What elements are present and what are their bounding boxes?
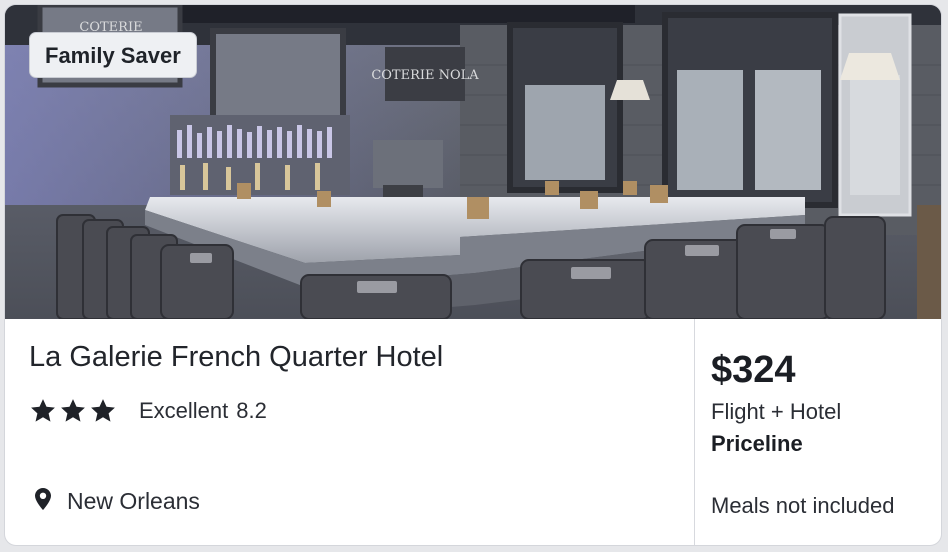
location-name: New Orleans: [67, 488, 200, 514]
provider-name: Priceline: [711, 431, 803, 456]
star-icon: [29, 397, 57, 425]
meals-info: Meals not included: [711, 493, 895, 518]
hotel-name[interactable]: La Galerie French Quarter Hotel: [29, 341, 443, 374]
package-type: Flight + Hotel: [711, 399, 842, 424]
hotel-info: La Galerie French Quarter Hotel Excellen…: [5, 319, 694, 545]
hotel-location: New Orleans: [33, 487, 200, 516]
rating-label: Excellent: [139, 398, 229, 423]
map-pin-icon: [33, 487, 53, 516]
rating-score: 8.2: [236, 398, 267, 423]
star-icon: [59, 397, 87, 425]
price-panel[interactable]: $324 Flight + Hotel Priceline Meals not …: [695, 319, 941, 545]
deal-price: $324: [711, 349, 796, 391]
hotel-rating: Excellent 8.2: [29, 391, 267, 431]
sign-coterie-nola: COTERIE NOLA: [371, 68, 479, 83]
hotel-deal-card[interactable]: COTERIE NOLA COTERIE Family Saver La Gal…: [4, 4, 942, 546]
star-icon: [89, 397, 117, 425]
star-rating: [29, 397, 117, 425]
hotel-photo[interactable]: COTERIE NOLA COTERIE Family Saver: [5, 5, 941, 319]
family-saver-badge: Family Saver: [29, 32, 197, 78]
